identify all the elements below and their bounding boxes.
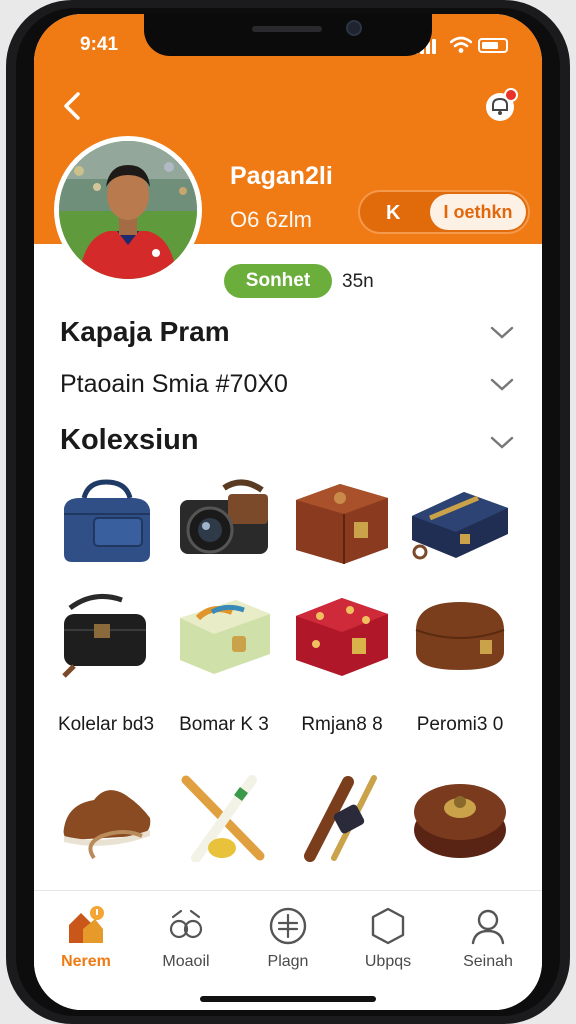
user-icon: [471, 909, 505, 945]
nav-item-people[interactable]: Moaoil: [138, 905, 234, 985]
status-time: 9:41: [80, 34, 119, 55]
collection-item-box[interactable]: [290, 478, 394, 566]
nav-label-hexagon: Ubpqs: [364, 953, 412, 970]
avatar[interactable]: [54, 136, 202, 284]
nav-label-plus: Plagn: [267, 953, 309, 970]
nav-label-user: Seinah: [463, 953, 513, 970]
back-arrow-icon[interactable]: [56, 88, 92, 124]
nav-label-people: Moaoil: [162, 953, 210, 970]
profile-username: Pagan2li: [230, 162, 333, 190]
chevron-down-icon[interactable]: [490, 436, 514, 450]
collection-item-tools[interactable]: [290, 774, 394, 862]
people-icon: [169, 909, 203, 939]
badge-count: 35n: [342, 271, 374, 292]
signal-bar: [432, 39, 436, 54]
app-screen: 9:41 Pagan2li O6 6zlm K I oethkn Sonhet …: [34, 14, 542, 1010]
collection-item-tin[interactable]: [172, 590, 276, 678]
collection-label: Kolelar bd3: [57, 714, 155, 735]
nav-item-home[interactable]: Nerem: [38, 905, 134, 985]
collection-item-batons[interactable]: [172, 774, 276, 862]
plus-circle-icon: [269, 907, 307, 945]
home-icon: [69, 906, 104, 943]
avatar-photo: [59, 141, 197, 279]
section-title-3: Kolexsiun: [60, 424, 199, 456]
status-badge: Sonhet: [224, 264, 332, 298]
wifi-icon: [450, 36, 472, 53]
profile-subtitle: O6 6zlm: [230, 207, 312, 232]
collection-item-satchel[interactable]: [54, 590, 158, 678]
notch: [144, 14, 432, 56]
collection-item-bag[interactable]: [54, 478, 158, 566]
nav-item-user[interactable]: Seinah: [440, 905, 536, 985]
speaker-grille: [252, 26, 322, 32]
hexagon-icon: [371, 907, 405, 945]
chevron-down-icon[interactable]: [490, 378, 514, 392]
collection-item-camera[interactable]: [172, 478, 276, 566]
collection-item-leather-case[interactable]: [408, 590, 512, 678]
notification-bell-icon[interactable]: [482, 86, 520, 124]
collection-label: Peromi3 0: [416, 714, 504, 735]
nav-item-plus[interactable]: Plagn: [240, 905, 336, 985]
collection-item-round-box[interactable]: [408, 774, 512, 862]
nav-item-hexagon[interactable]: Ubpqs: [340, 905, 436, 985]
collection-item-red-box[interactable]: [290, 590, 394, 678]
collection-item-case[interactable]: [408, 478, 512, 566]
follow-button-icon: K: [386, 202, 401, 224]
bottom-nav: Nerem Moaoil Plagn Ubpqs Seinah: [34, 890, 542, 1010]
collection-label: Bomar K 3: [179, 714, 269, 735]
battery-icon: [478, 38, 508, 53]
section-title-1: Kapaja Pram: [60, 316, 230, 347]
chevron-down-icon[interactable]: [490, 326, 514, 340]
follow-button[interactable]: K I oethkn: [358, 190, 530, 234]
collection-item-shoe[interactable]: [54, 774, 158, 862]
nav-label-home: Nerem: [61, 953, 111, 970]
front-camera: [346, 20, 362, 36]
collection-label: Rmjan8 8: [301, 714, 383, 735]
section-title-2: Ptaoain Smia #70X0: [60, 370, 288, 398]
home-indicator: [200, 996, 376, 1002]
follow-button-label: I oethkn: [430, 194, 526, 230]
